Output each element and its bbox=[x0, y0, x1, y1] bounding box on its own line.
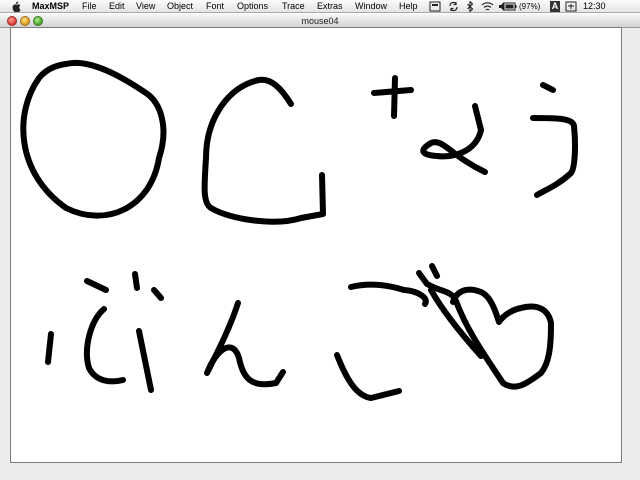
menu-window[interactable]: Window bbox=[355, 0, 387, 13]
menu-options[interactable]: Options bbox=[237, 0, 268, 13]
menu-file[interactable]: File bbox=[82, 0, 97, 13]
apple-icon[interactable] bbox=[11, 1, 21, 12]
app-menu-maxmsp[interactable]: MaxMSP bbox=[32, 0, 69, 13]
bluetooth-icon[interactable] bbox=[466, 1, 475, 12]
menu-extras[interactable]: Extras bbox=[317, 0, 343, 13]
drawn-character-bu bbox=[84, 278, 109, 293]
sync-icon[interactable] bbox=[448, 1, 459, 12]
battery-icon[interactable] bbox=[503, 1, 517, 12]
drawn-circle bbox=[20, 59, 167, 219]
zoom-button[interactable] bbox=[33, 16, 43, 26]
minimize-button[interactable] bbox=[20, 16, 30, 26]
window-title: mouse04 bbox=[301, 16, 339, 26]
menubar-clock[interactable]: 12:30 bbox=[583, 0, 606, 13]
spotlight-icon[interactable] bbox=[565, 1, 577, 12]
script-menu-icon[interactable] bbox=[429, 1, 441, 12]
drawn-character-bu bbox=[45, 331, 54, 365]
drawn-character-n bbox=[204, 300, 286, 388]
drawn-character-go bbox=[416, 270, 430, 287]
drawn-character-bu bbox=[151, 287, 164, 301]
input-menu-icon[interactable]: A bbox=[550, 1, 560, 12]
drawn-character-yo bbox=[472, 103, 484, 133]
drawn-letter-g bbox=[201, 76, 326, 225]
drawn-heart bbox=[426, 282, 554, 390]
drawn-character-na bbox=[391, 75, 398, 119]
battery-percentage: (97%) bbox=[519, 2, 541, 11]
window-titlebar[interactable]: mouse04 bbox=[0, 14, 640, 28]
airport-wifi-icon[interactable] bbox=[481, 1, 494, 12]
drawn-character-bu bbox=[83, 306, 126, 385]
menu-edit[interactable]: Edit bbox=[109, 0, 125, 13]
drawn-character-go bbox=[334, 352, 402, 401]
drawn-character-bu bbox=[132, 271, 140, 291]
drawn-character-u bbox=[540, 82, 556, 93]
menu-view[interactable]: View bbox=[136, 0, 155, 13]
close-button[interactable] bbox=[7, 16, 17, 26]
drawn-character-u bbox=[530, 115, 578, 198]
menu-trace[interactable]: Trace bbox=[282, 0, 305, 13]
drawn-character-yo bbox=[420, 127, 488, 175]
menu-font[interactable]: Font bbox=[206, 0, 224, 13]
menu-bar: MaxMSP File Edit View Object Font Option… bbox=[0, 0, 640, 13]
drawing-canvas[interactable] bbox=[10, 27, 622, 463]
drawn-character-go bbox=[348, 281, 429, 307]
menu-object[interactable]: Object bbox=[167, 0, 193, 13]
drawn-character-bu bbox=[136, 328, 154, 393]
menu-help[interactable]: Help bbox=[399, 0, 418, 13]
drawn-character-go bbox=[429, 263, 440, 279]
